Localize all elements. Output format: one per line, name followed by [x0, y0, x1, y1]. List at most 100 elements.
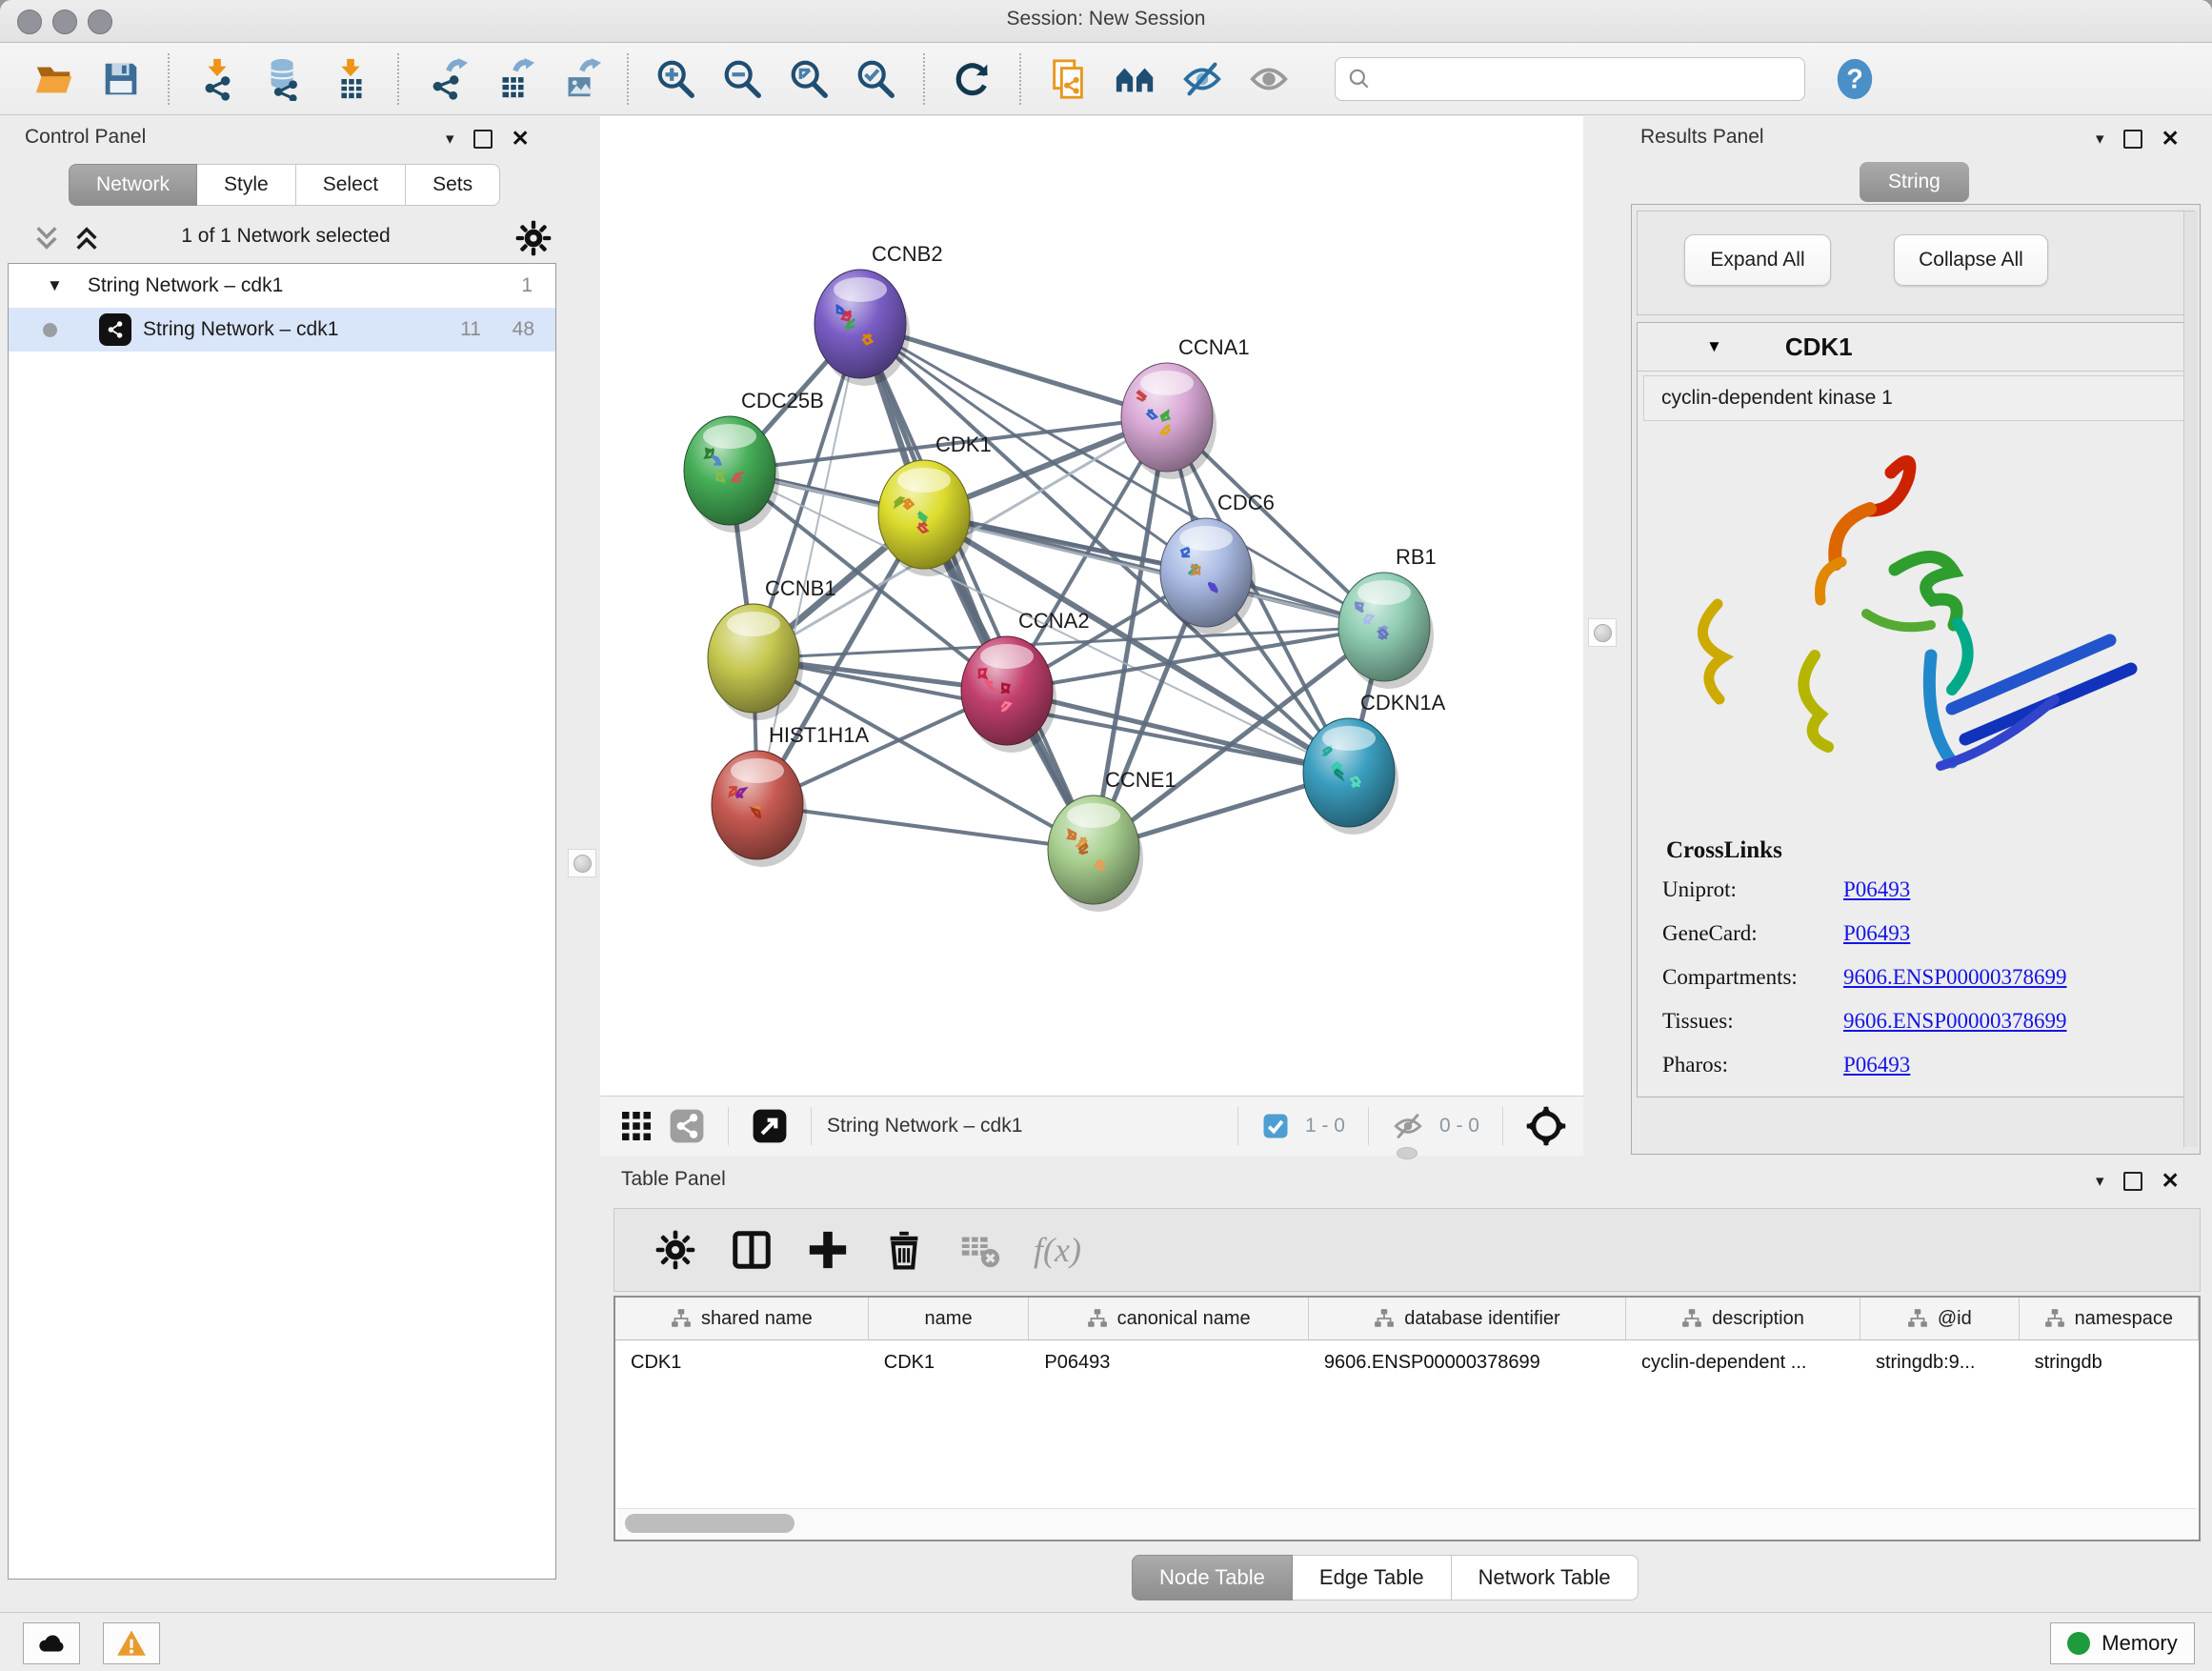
duplicate-network-button[interactable]: [1044, 54, 1094, 104]
search-input[interactable]: [1379, 67, 1793, 91]
node-RB1[interactable]: RB1: [1338, 545, 1437, 689]
column-header-canonical-name[interactable]: canonical name: [1029, 1298, 1309, 1339]
close-panel-icon[interactable]: ✕: [2162, 128, 2180, 150]
delete-table-button[interactable]: [955, 1225, 1005, 1275]
node-CDKN1A[interactable]: CDKN1A: [1303, 691, 1446, 835]
right-splitter-handle[interactable]: [1588, 618, 1617, 647]
help-button[interactable]: ?: [1830, 54, 1880, 104]
tab-string[interactable]: String: [1860, 162, 1969, 202]
column-header-description[interactable]: description: [1626, 1298, 1860, 1339]
function-builder-button[interactable]: f(x): [1034, 1230, 1081, 1270]
zoom-in-button[interactable]: [652, 54, 701, 104]
node-CDC6[interactable]: CDC6: [1160, 491, 1275, 634]
crosslink-link[interactable]: P06493: [1843, 1053, 1910, 1077]
zoom-selected-button[interactable]: [852, 54, 901, 104]
left-splitter-handle[interactable]: [568, 849, 596, 877]
node-HIST1H1A[interactable]: HIST1H1A: [712, 723, 869, 867]
apply-layout-button[interactable]: [948, 54, 997, 104]
open-in-window-button[interactable]: [752, 1108, 788, 1144]
collapse-all-icon[interactable]: [30, 223, 63, 253]
horizontal-splitter-handle[interactable]: [1397, 1147, 1418, 1159]
selected-checkbox[interactable]: [1261, 1112, 1290, 1140]
delete-column-button[interactable]: [879, 1225, 929, 1275]
column-header-shared-name[interactable]: shared name: [615, 1298, 869, 1339]
save-session-button[interactable]: [96, 54, 146, 104]
float-panel-icon[interactable]: [2123, 130, 2142, 149]
show-columns-button[interactable]: [727, 1225, 776, 1275]
expand-all-button[interactable]: Expand All: [1684, 234, 1831, 286]
table-cell[interactable]: CDK1: [869, 1340, 1030, 1384]
column-header-database-identifier[interactable]: database identifier: [1309, 1298, 1626, 1339]
show-grid-button[interactable]: [619, 1109, 654, 1143]
float-panel-icon[interactable]: [473, 130, 493, 149]
table-horizontal-scrollbar[interactable]: [617, 1508, 2197, 1538]
column-header-namespace[interactable]: namespace: [2020, 1298, 2199, 1339]
warnings-button[interactable]: [103, 1622, 160, 1664]
show-all-button[interactable]: [1244, 54, 1294, 104]
scrollbar-thumb[interactable]: [625, 1514, 794, 1533]
open-session-button[interactable]: [30, 54, 79, 104]
node-CCNB2[interactable]: CCNB2: [814, 242, 943, 386]
edge-CCNB2-CCNE1[interactable]: [860, 324, 1094, 850]
toolbar-search[interactable]: [1335, 57, 1805, 101]
float-panel-icon[interactable]: [2123, 1172, 2142, 1191]
network-collection-row[interactable]: ▼ String Network – cdk1 1: [9, 264, 555, 308]
crosslink-link[interactable]: 9606.ENSP00000378699: [1843, 965, 2067, 990]
column-header-name[interactable]: name: [869, 1298, 1030, 1339]
node-CDK1[interactable]: CDK1: [878, 433, 992, 576]
birds-eye-view-button[interactable]: [1526, 1106, 1566, 1146]
table-cell[interactable]: P06493: [1029, 1340, 1309, 1384]
export-network-button[interactable]: [422, 54, 472, 104]
crosslink-link[interactable]: P06493: [1843, 877, 1910, 902]
left-splitter[interactable]: [562, 116, 600, 1671]
hide-selected-button[interactable]: [1177, 54, 1227, 104]
close-panel-icon[interactable]: ✕: [2162, 1170, 2180, 1192]
right-splitter[interactable]: [1583, 116, 1621, 1157]
network-row[interactable]: String Network – cdk1 11 48: [9, 308, 555, 352]
zoom-out-button[interactable]: [718, 54, 768, 104]
add-column-button[interactable]: [803, 1225, 853, 1275]
panel-menu-icon[interactable]: ▾: [446, 131, 454, 147]
table-cell[interactable]: cyclin-dependent ...: [1626, 1340, 1860, 1384]
edge-HIST1H1A-CCNE1[interactable]: [757, 805, 1094, 850]
tab-network-table[interactable]: Network Table: [1452, 1555, 1639, 1601]
memory-button[interactable]: Memory: [2050, 1622, 2195, 1664]
tab-edge-table[interactable]: Edge Table: [1293, 1555, 1452, 1601]
table-options-button[interactable]: [651, 1225, 700, 1275]
panel-menu-icon[interactable]: ▾: [2096, 131, 2104, 147]
export-table-button[interactable]: [489, 54, 538, 104]
node-CCNA1[interactable]: CCNA1: [1121, 335, 1250, 479]
close-panel-icon[interactable]: ✕: [512, 128, 530, 150]
section-collapse-icon[interactable]: ▼: [1706, 337, 1722, 356]
crosslink-link[interactable]: 9606.ENSP00000378699: [1843, 1009, 2067, 1034]
first-neighbors-button[interactable]: [1111, 54, 1160, 104]
table-cell[interactable]: stringdb:9...: [1860, 1340, 2020, 1384]
expand-all-icon[interactable]: [70, 223, 103, 253]
table-cell[interactable]: stringdb: [2020, 1340, 2199, 1384]
tab-network[interactable]: Network: [69, 164, 197, 206]
export-image-button[interactable]: [555, 54, 605, 104]
table-cell[interactable]: CDK1: [615, 1340, 869, 1384]
cloud-button[interactable]: [23, 1622, 80, 1664]
network-badge-button[interactable]: [669, 1108, 705, 1144]
collapse-all-button[interactable]: Collapse All: [1894, 234, 2048, 286]
crosslink-link[interactable]: P06493: [1843, 921, 1910, 946]
results-scrollbar[interactable]: [2183, 211, 2198, 1147]
panel-menu-icon[interactable]: ▾: [2096, 1173, 2104, 1189]
import-network-database-button[interactable]: [259, 54, 309, 104]
collection-expand-icon[interactable]: ▼: [47, 276, 63, 295]
tab-style[interactable]: Style: [197, 164, 296, 206]
table-row[interactable]: CDK1CDK1P064939606.ENSP00000378699cyclin…: [615, 1340, 2199, 1384]
import-network-file-button[interactable]: [192, 54, 242, 104]
fit-content-button[interactable]: [785, 54, 835, 104]
import-table-button[interactable]: [326, 54, 375, 104]
network-graph[interactable]: CCNB2CCNA1CDC25BCDK1CDC6RB1CCNB1CCNA2CDK…: [600, 116, 1583, 1096]
column-header--id[interactable]: @id: [1860, 1298, 2020, 1339]
network-options-gear-icon[interactable]: [514, 219, 553, 257]
table-cell[interactable]: 9606.ENSP00000378699: [1309, 1340, 1626, 1384]
protein-section-header[interactable]: ▼ CDK1: [1638, 323, 2194, 372]
network-canvas[interactable]: CCNB2CCNA1CDC25BCDK1CDC6RB1CCNB1CCNA2CDK…: [600, 116, 1583, 1096]
tab-sets[interactable]: Sets: [406, 164, 500, 206]
tab-select[interactable]: Select: [296, 164, 406, 206]
tab-node-table[interactable]: Node Table: [1132, 1555, 1293, 1601]
